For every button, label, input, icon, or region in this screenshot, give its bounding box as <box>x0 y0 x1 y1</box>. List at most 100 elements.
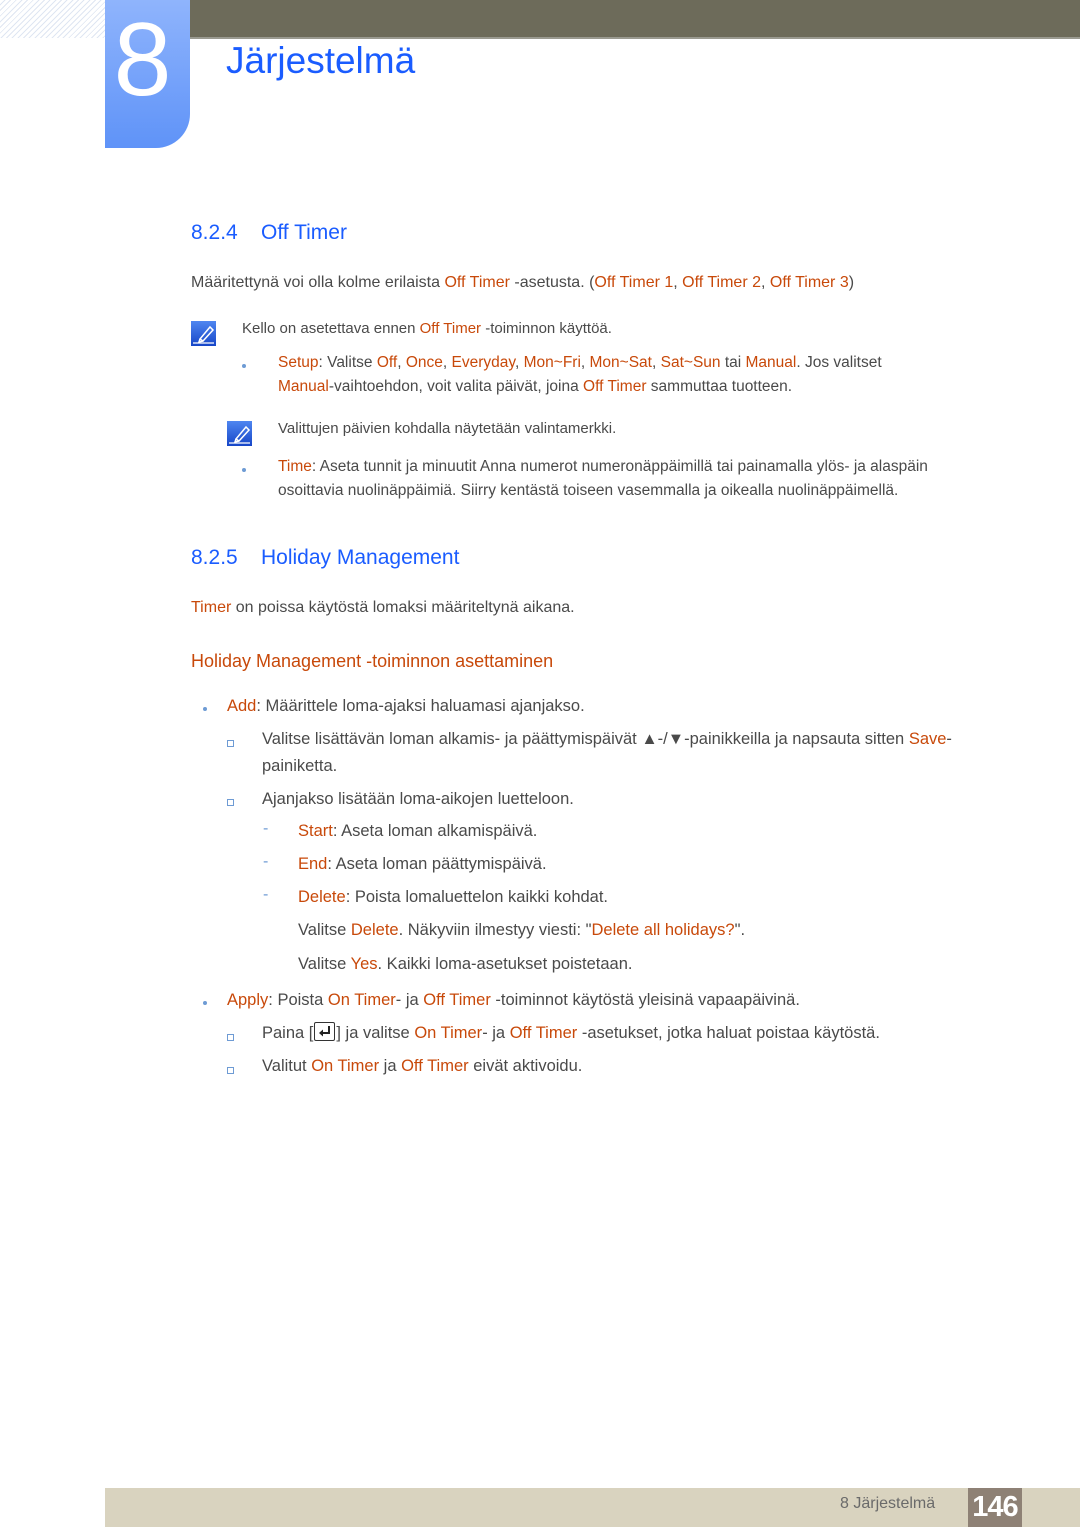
highlight: Apply <box>227 991 269 1009</box>
text: : Valitse <box>318 354 377 371</box>
text: , <box>580 354 590 371</box>
text: . Näkyviin ilmestyy viesti: " <box>398 921 592 939</box>
highlight: On Timer <box>327 991 396 1009</box>
highlight: Yes <box>350 955 378 973</box>
apply-sub1: Paina [] ja valitse On Timer- ja Off Tim… <box>262 1021 880 1045</box>
square-bullet-icon <box>227 1034 234 1041</box>
text: - ja <box>482 1024 510 1042</box>
highlight: Sat~Sun <box>660 354 721 371</box>
bullet-icon <box>242 468 246 472</box>
highlight: Mon~Fri <box>523 354 581 371</box>
highlight: Off Timer 2 <box>682 274 761 291</box>
add-sub1-line1: Valitse lisättävän loman alkamis- ja pää… <box>262 727 952 751</box>
highlight: Delete <box>350 921 399 939</box>
text: Valitut <box>262 1057 312 1075</box>
text: ". <box>734 921 746 939</box>
chapter-title: Järjestelmä <box>226 40 416 81</box>
text: , <box>673 274 683 291</box>
text: tai <box>720 354 746 371</box>
setup-item-line1: Setup: Valitse Off, Once, Everyday, Mon~… <box>278 351 882 375</box>
text: : Aseta loman päättymispäivä. <box>327 855 547 873</box>
highlight: Off Timer 1 <box>594 274 674 291</box>
highlight: On Timer <box>311 1057 380 1075</box>
text: - <box>946 730 952 748</box>
highlight: On Timer <box>414 1024 483 1042</box>
delete-detail: Valitse Delete. Näkyviin ilmestyy viesti… <box>298 918 745 942</box>
highlight: Everyday <box>451 354 515 371</box>
text: -toiminnon käyttöä. <box>481 320 612 337</box>
text: : Poista <box>268 991 328 1009</box>
add-item: Add: Määrittele loma-ajaksi haluamasi aj… <box>227 694 585 718</box>
time-item-line2: osoittavia nuolinäppäimiä. Siirry kentäs… <box>278 482 899 499</box>
highlight: Off Timer <box>444 274 510 291</box>
highlight: Off <box>376 354 398 371</box>
add-sub1-line2: painiketta. <box>262 757 338 775</box>
apply-sub2: Valitut On Timer ja Off Timer eivät akti… <box>262 1054 582 1078</box>
add-sub2: Ajanjakso lisätään loma-aikojen luettelo… <box>262 790 574 808</box>
bullet-icon <box>242 364 246 368</box>
footer-chapter-label: 8 Järjestelmä <box>840 1495 936 1512</box>
text: , <box>652 354 661 371</box>
text: : Määrittele loma-ajaksi haluamasi ajanj… <box>256 697 585 715</box>
highlight: Delete <box>298 888 346 906</box>
delete-item: Delete: Poista lomaluettelon kaikki kohd… <box>298 885 608 909</box>
start-item: Start: Aseta loman alkamispäivä. <box>298 819 537 843</box>
off-timer-intro: Määritettynä voi olla kolme erilaista Of… <box>191 271 854 295</box>
text: ja <box>379 1057 402 1075</box>
square-bullet-icon <box>227 799 234 806</box>
highlight: Off Timer <box>401 1057 469 1075</box>
bullet-icon <box>203 1001 207 1005</box>
highlight: Off Timer 3 <box>769 274 849 291</box>
highlight: Off Timer <box>423 991 491 1009</box>
text: Määritettynä voi olla kolme erilaista <box>191 274 445 291</box>
subheading-holiday-setup: Holiday Management -toiminnon asettamine… <box>191 651 554 671</box>
end-item: End: Aseta loman päättymispäivä. <box>298 852 547 876</box>
text: . Kaikki loma-asetukset poistetaan. <box>377 955 633 973</box>
highlight: Timer <box>191 599 232 616</box>
chapter-number: 8 <box>113 2 172 118</box>
highlight: Time <box>278 458 312 475</box>
square-bullet-icon <box>227 1067 234 1074</box>
bullet-icon <box>203 707 207 711</box>
holiday-intro: Timer on poissa käytöstä lomaksi määrite… <box>191 596 575 620</box>
header-bar <box>190 0 1080 39</box>
text: , <box>442 354 452 371</box>
section-title: Off Timer <box>261 221 347 244</box>
setup-item-line2: Manual-vaihtoehdon, voit valita päivät, … <box>278 375 792 399</box>
text: Valitse <box>298 955 351 973</box>
highlight: Manual <box>278 378 329 395</box>
note-icon <box>227 421 252 446</box>
highlight: Manual <box>745 354 797 371</box>
section-number: 8.2.4 <box>191 221 238 244</box>
highlight: Off Timer <box>583 378 647 395</box>
section-number: 8.2.5 <box>191 546 238 569</box>
text: -vaihtoehdon, voit valita päivät, joina <box>328 378 584 395</box>
apply-item: Apply: Poista On Timer- ja Off Timer -to… <box>227 988 800 1012</box>
section-heading-holiday-management: 8.2.5 Holiday Management <box>191 546 459 570</box>
note-clock: Kello on asetettava ennen Off Timer -toi… <box>242 317 612 341</box>
highlight: Off Timer <box>419 320 482 337</box>
text: sammuttaa tuotteen. <box>646 378 793 395</box>
highlight: Once <box>405 354 443 371</box>
text: : Aseta loman alkamispäivä. <box>332 822 538 840</box>
dash-bullet-icon: - <box>263 886 269 903</box>
highlight: Setup <box>278 354 319 371</box>
time-item-line1: Time: Aseta tunnit ja minuutit Anna nume… <box>278 455 928 479</box>
text: : Poista lomaluettelon kaikki kohdat. <box>345 888 609 906</box>
enter-key-icon <box>314 1022 336 1041</box>
text: -asetukset, jotka haluat poistaa käytöst… <box>577 1024 880 1042</box>
highlight: Start <box>298 822 333 840</box>
note-checkmark: Valittujen päivien kohdalla näytetään va… <box>278 420 617 437</box>
text: Valitse <box>298 921 351 939</box>
text: . Jos valitset <box>796 354 882 371</box>
text: : Aseta tunnit ja minuutit Anna numerot … <box>311 458 928 475</box>
highlight: Delete all holidays? <box>591 921 735 939</box>
text: , <box>514 354 524 371</box>
dash-bullet-icon: - <box>263 853 269 870</box>
text: -toiminnot käytöstä yleisinä vapaapäivin… <box>490 991 800 1009</box>
text: Valitse lisättävän loman alkamis- ja pää… <box>262 730 909 748</box>
text: , <box>397 354 406 371</box>
section-heading-off-timer: 8.2.4 Off Timer <box>191 221 347 245</box>
highlight: Save <box>908 730 947 748</box>
text: Paina [ <box>262 1024 314 1042</box>
